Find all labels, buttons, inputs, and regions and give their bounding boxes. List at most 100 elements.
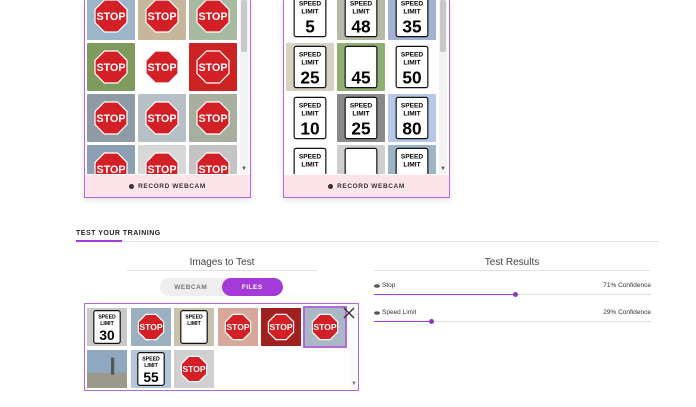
training-image-thumb: STOP [87, 94, 135, 142]
svg-text:SPEED: SPEED [185, 315, 203, 321]
svg-text:STOP: STOP [199, 164, 228, 174]
training-image-thumb: 45 [337, 43, 385, 91]
test-results-heading: Test Results [484, 257, 540, 268]
confidence-text: 29% Confidence [603, 309, 651, 316]
speed-image-grid: SPEED LIMIT 5 SPEED LIMIT 48 SPEED LIMIT 35 SP… [286, 0, 438, 174]
test-image-thumb[interactable]: SPEED LIMIT 55 [130, 350, 171, 388]
record-webcam-button[interactable]: RECORD WEBCAM [284, 175, 449, 197]
test-image-thumb[interactable]: STOP [217, 308, 258, 346]
section-divider [122, 241, 659, 242]
svg-text:LIMIT: LIMIT [403, 9, 420, 16]
svg-text:SPEED: SPEED [299, 51, 322, 58]
training-image-thumb: SPEED LIMIT 10 [286, 94, 334, 142]
confidence-track [374, 321, 651, 322]
svg-text:LIMIT: LIMIT [187, 321, 201, 327]
stop-image-grid: STOP STOP STOP STOP STOP STOP STOP STOP … [87, 0, 239, 174]
class-card-speed-limit: SPEED LIMIT 5 SPEED LIMIT 48 SPEED LIMIT 35 SP… [283, 0, 450, 198]
training-image-thumb [337, 145, 385, 174]
svg-text:SPEED: SPEED [299, 153, 322, 160]
svg-text:LIMIT: LIMIT [352, 9, 369, 16]
result-class-name: Stop [382, 282, 396, 289]
record-webcam-label: RECORD WEBCAM [337, 182, 405, 190]
svg-text:48: 48 [351, 17, 371, 37]
svg-text:30: 30 [99, 328, 115, 343]
svg-text:55: 55 [143, 370, 159, 385]
svg-text:STOP: STOP [97, 113, 126, 125]
svg-text:LIMIT: LIMIT [144, 363, 158, 369]
training-image-thumb: STOP [189, 145, 237, 174]
record-dot-icon [129, 183, 135, 189]
svg-text:LIMIT: LIMIT [301, 9, 318, 16]
training-image-thumb: SPEED LIMIT [286, 145, 334, 174]
svg-text:25: 25 [351, 119, 371, 139]
svg-text:LIMIT: LIMIT [301, 162, 318, 169]
svg-text:STOP: STOP [199, 62, 228, 74]
svg-text:LIMIT: LIMIT [403, 60, 420, 67]
svg-text:STOP: STOP [97, 164, 126, 174]
scroll-thumb[interactable] [440, 0, 446, 52]
svg-text:STOP: STOP [270, 322, 293, 332]
svg-text:SPEED: SPEED [401, 51, 424, 58]
test-image-thumb[interactable]: STOP [302, 306, 347, 348]
scroll-down-icon[interactable]: ▼ [240, 166, 248, 172]
svg-text:SPEED: SPEED [350, 0, 373, 7]
training-image-thumb: SPEED LIMIT 25 [286, 43, 334, 91]
training-image-thumb: STOP [138, 145, 186, 174]
scroll-down-icon[interactable]: ▼ [439, 166, 447, 172]
test-images-panel: SPEED LIMIT 30 STOP SPEED LIMIT STOP STOP S… [84, 303, 359, 391]
svg-text:STOP: STOP [139, 322, 162, 332]
section-title: TEST YOUR TRAINING [76, 230, 161, 237]
confidence-fill [374, 294, 516, 295]
svg-text:LIMIT: LIMIT [301, 111, 318, 118]
record-webcam-button[interactable]: RECORD WEBCAM [85, 175, 250, 197]
svg-text:35: 35 [402, 17, 422, 37]
svg-text:LIMIT: LIMIT [100, 321, 114, 327]
svg-text:5: 5 [305, 17, 315, 37]
svg-text:STOP: STOP [313, 322, 336, 332]
test-image-thumb[interactable] [87, 350, 127, 388]
webcam-toggle-option[interactable]: WEBCAM [160, 278, 222, 296]
test-image-thumb[interactable]: SPEED LIMIT [174, 308, 214, 346]
training-image-thumb: STOP [138, 94, 186, 142]
training-image-thumb: STOP [189, 43, 237, 91]
training-image-thumb: SPEED LIMIT 5 [286, 0, 334, 40]
svg-text:25: 25 [300, 68, 320, 88]
input-source-toggle[interactable]: WEBCAM FILES [160, 278, 283, 296]
eye-icon [374, 310, 380, 315]
speed-grid-scrollbar[interactable]: ▼ [439, 0, 447, 174]
training-image-thumb: STOP [87, 43, 135, 91]
svg-text:SPEED: SPEED [350, 102, 373, 109]
svg-text:SPEED: SPEED [299, 0, 322, 7]
svg-text:LIMIT: LIMIT [403, 162, 420, 169]
eye-icon [374, 283, 380, 288]
record-dot-icon [328, 183, 334, 189]
svg-text:SPEED: SPEED [401, 102, 424, 109]
confidence-knob [513, 292, 519, 297]
svg-text:STOP: STOP [97, 11, 126, 23]
test-image-thumb[interactable]: STOP [130, 308, 171, 346]
close-icon[interactable] [342, 306, 356, 320]
confidence-knob [429, 319, 435, 324]
files-toggle-option[interactable]: FILES [221, 278, 283, 296]
scroll-thumb[interactable] [241, 0, 247, 52]
svg-text:SPEED: SPEED [401, 0, 424, 7]
heading-divider [127, 270, 317, 271]
training-image-thumb: SPEED LIMIT 35 [388, 0, 436, 40]
svg-text:STOP: STOP [226, 322, 249, 332]
heading-divider [374, 270, 650, 271]
training-image-thumb: STOP [189, 0, 237, 40]
test-image-thumb[interactable]: STOP [261, 308, 301, 346]
scroll-down-icon[interactable]: ▼ [350, 381, 358, 387]
test-image-thumb[interactable]: SPEED LIMIT 30 [87, 308, 127, 346]
result-label: Speed Limit [374, 309, 416, 316]
svg-text:LIMIT: LIMIT [403, 111, 420, 118]
training-image-thumb: SPEED LIMIT 48 [337, 0, 385, 40]
training-image-thumb: SPEED LIMIT 25 [337, 94, 385, 142]
record-webcam-label: RECORD WEBCAM [138, 182, 206, 190]
svg-text:SPEED: SPEED [299, 102, 322, 109]
stop-grid-scrollbar[interactable]: ▼ [240, 0, 248, 174]
svg-text:10: 10 [300, 119, 319, 139]
test-image-thumb[interactable]: STOP [174, 350, 214, 388]
svg-text:STOP: STOP [183, 364, 206, 374]
class-card-stop: STOP STOP STOP STOP STOP STOP STOP STOP … [84, 0, 251, 198]
